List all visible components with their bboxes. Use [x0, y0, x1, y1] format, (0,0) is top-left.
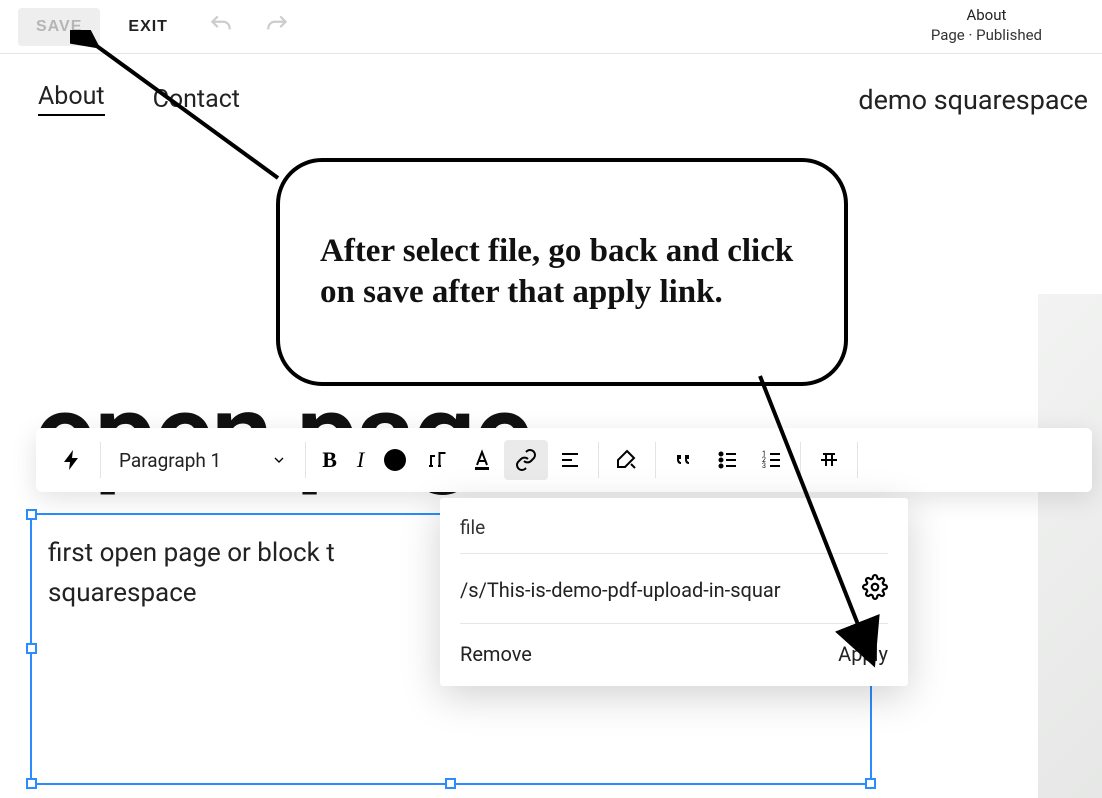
page-meta: About Page · Published	[931, 6, 1042, 45]
link-button[interactable]	[504, 440, 548, 480]
exit-button[interactable]: EXIT	[128, 18, 168, 36]
bullet-list-button[interactable]	[706, 440, 750, 480]
site-title: demo squarespace	[858, 84, 1088, 116]
toolbar-separator	[305, 442, 306, 478]
numbered-list-button[interactable]: 123	[750, 440, 794, 480]
undo-icon[interactable]	[208, 12, 234, 42]
text-color-button[interactable]	[460, 440, 504, 480]
bold-button[interactable]: B	[312, 440, 347, 480]
resize-handle[interactable]	[865, 778, 876, 789]
color-dot-button[interactable]	[374, 440, 416, 480]
remove-link-button[interactable]: Remove	[460, 642, 532, 666]
quote-button[interactable]	[662, 440, 706, 480]
paragraph-style-dropdown[interactable]: Paragraph 1	[107, 449, 299, 472]
paint-button[interactable]	[605, 440, 649, 480]
link-type-label[interactable]: file	[460, 516, 888, 554]
bolt-icon[interactable]	[50, 440, 94, 480]
text-size-button[interactable]	[416, 440, 460, 480]
resize-handle[interactable]	[26, 778, 37, 789]
nav-link-about[interactable]: About	[38, 82, 105, 116]
toolbar-separator	[598, 442, 599, 478]
annotation-callout: After select file, go back and click on …	[276, 158, 848, 386]
page-status: Page · Published	[931, 26, 1042, 46]
chevron-down-icon	[271, 452, 287, 468]
link-url-row: /s/This-is-demo-pdf-upload-in-squar	[460, 554, 888, 624]
toolbar-separator	[100, 442, 101, 478]
resize-handle[interactable]	[26, 509, 37, 520]
link-popup: file /s/This-is-demo-pdf-upload-in-squar…	[440, 498, 908, 686]
nav-row: About Contact demo squarespace	[0, 54, 1102, 126]
nav-link-contact[interactable]: Contact	[153, 85, 240, 114]
page-image-strip	[1038, 294, 1102, 798]
link-url-text[interactable]: /s/This-is-demo-pdf-upload-in-squar	[460, 578, 852, 602]
align-button[interactable]	[548, 440, 592, 480]
undo-redo-group	[208, 12, 290, 42]
redo-icon[interactable]	[264, 12, 290, 42]
paragraph-style-label: Paragraph 1	[119, 449, 221, 472]
italic-button[interactable]: I	[347, 440, 374, 480]
gear-icon[interactable]	[862, 574, 888, 605]
save-button[interactable]: SAVE	[18, 8, 100, 46]
color-dot-icon	[384, 449, 406, 471]
toolbar-separator	[655, 442, 656, 478]
link-popup-actions: Remove Apply	[460, 624, 888, 666]
text-toolbar: Paragraph 1 B I 123	[36, 428, 1092, 492]
svg-text:3: 3	[762, 462, 766, 470]
apply-link-button[interactable]: Apply	[838, 642, 888, 666]
resize-handle[interactable]	[26, 643, 37, 654]
page-title: About	[931, 6, 1042, 26]
top-bar: SAVE EXIT About Page · Published	[0, 0, 1102, 54]
annotation-text: After select file, go back and click on …	[320, 231, 804, 314]
toolbar-separator	[857, 442, 858, 478]
toolbar-separator	[800, 442, 801, 478]
strikethrough-button[interactable]	[807, 440, 851, 480]
resize-handle[interactable]	[445, 778, 456, 789]
